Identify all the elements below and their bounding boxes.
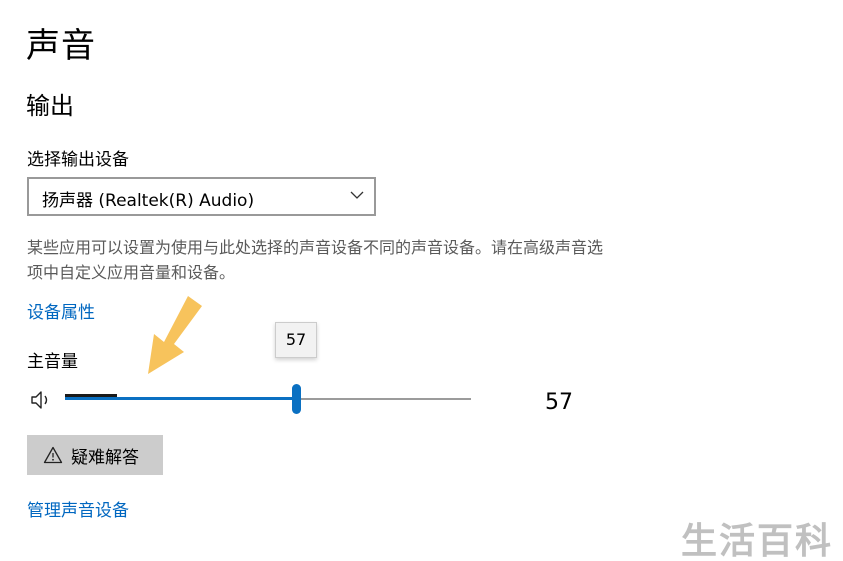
warning-icon: [43, 446, 63, 464]
troubleshoot-label: 疑难解答: [71, 447, 139, 467]
output-device-select[interactable]: 扬声器 (Realtek(R) Audio): [27, 177, 376, 216]
speaker-icon[interactable]: [30, 389, 54, 411]
output-section-title: 输出: [26, 92, 74, 120]
volume-peak-meter: [65, 394, 117, 397]
sound-settings-page: 声音 输出 选择输出设备 扬声器 (Realtek(R) Audio) 某些应用…: [0, 0, 843, 561]
arrow-annotation-icon: [148, 296, 202, 374]
manage-sound-devices-link[interactable]: 管理声音设备: [27, 496, 129, 521]
device-properties-link[interactable]: 设备属性: [27, 298, 95, 323]
output-device-label: 选择输出设备: [27, 150, 129, 170]
output-description: 某些应用可以设置为使用与此处选择的声音设备不同的声音设备。请在高级声音选项中自定…: [27, 238, 604, 282]
master-volume-label: 主音量: [27, 352, 78, 372]
page-title: 声音: [26, 26, 96, 66]
output-device-value: 扬声器 (Realtek(R) Audio): [42, 191, 255, 211]
volume-value: 57: [545, 390, 573, 415]
troubleshoot-button[interactable]: 疑难解答: [27, 435, 163, 475]
chevron-down-icon: [350, 191, 364, 199]
slider-fill: [65, 397, 296, 400]
master-volume-slider[interactable]: [65, 384, 471, 414]
watermark: 生活百科: [680, 521, 833, 561]
volume-tooltip: 57: [275, 322, 317, 358]
slider-thumb[interactable]: [292, 384, 301, 414]
